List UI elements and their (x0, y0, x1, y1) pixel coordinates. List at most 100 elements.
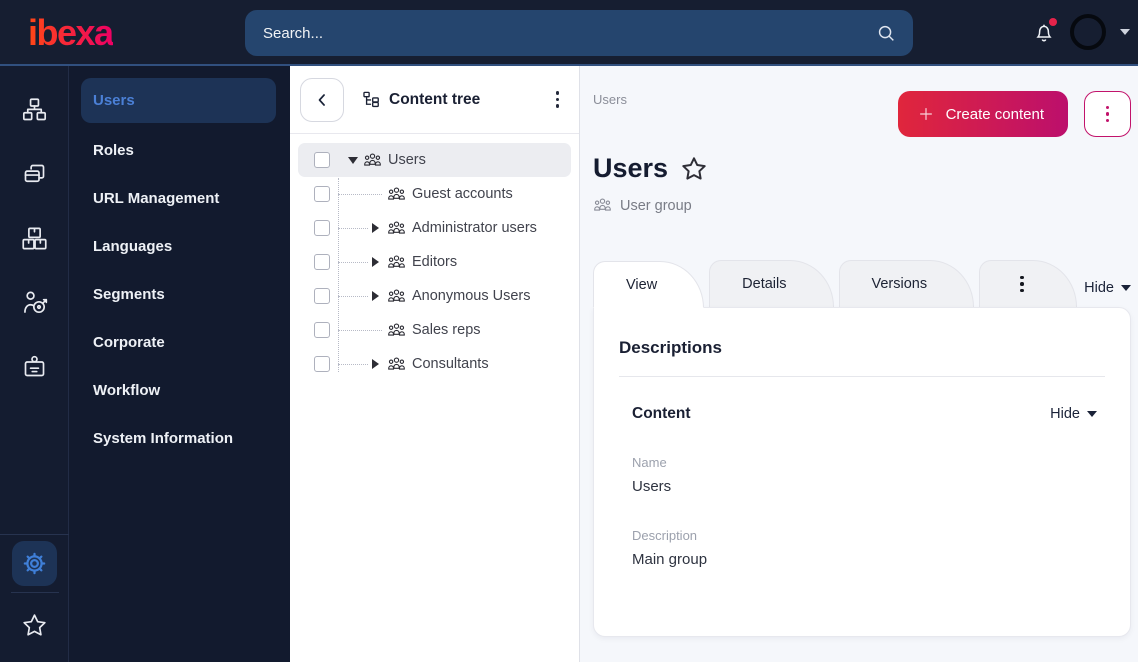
tree-guide-line (338, 193, 382, 195)
notifications-button[interactable] (1032, 18, 1057, 44)
tree-item-label: Consultants (412, 356, 489, 372)
user-menu-caret-icon[interactable] (1120, 29, 1130, 35)
tab-details[interactable]: Details (709, 260, 834, 307)
field-description: Description Main group (619, 528, 1105, 568)
app-window: ibexa Search... Users Roles URL Manageme… (0, 0, 1138, 662)
sidebar-item-products[interactable] (12, 216, 57, 261)
tree-checkbox[interactable] (314, 356, 330, 372)
admin-sidebar: Users Roles URL Management Languages Seg… (69, 66, 290, 662)
personalization-target-icon (23, 291, 47, 314)
sidebar-item-pages[interactable] (12, 152, 57, 197)
collapse-tree-button[interactable] (300, 78, 344, 122)
tree-checkbox[interactable] (314, 288, 330, 304)
tree-item-guest-accounts[interactable]: Guest accounts (298, 177, 571, 211)
kebab-icon (1016, 272, 1028, 297)
tree-item-label: Editors (412, 254, 458, 270)
user-group-icon (388, 322, 405, 336)
caret-right-icon[interactable] (372, 223, 379, 233)
tree-checkbox[interactable] (314, 322, 330, 338)
tree-item-editors[interactable]: Editors (298, 245, 571, 279)
sidebar-item-url-management[interactable]: URL Management (69, 174, 290, 222)
tree-item-administrator-users[interactable]: Administrator users (298, 211, 571, 245)
settings-button[interactable] (12, 541, 57, 586)
caret-down-icon[interactable] (348, 156, 358, 164)
tree-guide-line (338, 295, 368, 297)
tab-versions[interactable]: Versions (838, 260, 975, 307)
kebab-icon (1102, 102, 1114, 127)
user-group-icon (594, 198, 611, 211)
sidebar-item-content[interactable] (12, 88, 57, 133)
sidebar-item-corporate[interactable]: Corporate (69, 318, 290, 366)
tree-guide-line (338, 227, 368, 229)
card-heading: Descriptions (619, 338, 722, 357)
bookmark-star-icon[interactable] (680, 155, 708, 183)
sidebar-item-admin[interactable] (12, 344, 57, 389)
user-group-icon (388, 254, 405, 268)
field-value: Main group (632, 551, 708, 568)
card-divider (619, 376, 1105, 377)
breadcrumb[interactable]: Users (593, 92, 627, 107)
tree-checkbox[interactable] (314, 186, 330, 202)
caret-right-icon[interactable] (372, 291, 379, 301)
sidebar-item-languages[interactable]: Languages (69, 222, 290, 270)
header-actions: Create content (897, 91, 1131, 137)
id-badge-icon (24, 355, 44, 377)
caret-down-icon (1087, 411, 1097, 417)
user-group-icon (364, 152, 381, 166)
tree-options-menu[interactable] (552, 87, 564, 112)
content-actions-menu[interactable] (1084, 91, 1131, 137)
sidebar-item-personalization[interactable] (12, 280, 57, 325)
sidebar-item-users[interactable]: Users (81, 78, 276, 123)
tab-more-menu[interactable] (979, 260, 1077, 307)
field-name: Name Users (619, 455, 1105, 495)
hide-tabs-toggle[interactable]: Hide (1084, 280, 1131, 296)
sidebar-item-roles[interactable]: Roles (69, 126, 290, 174)
chevron-left-icon (318, 94, 325, 106)
content-tree-header: Content tree (290, 66, 579, 134)
user-group-icon (388, 186, 405, 200)
rail-bottom (0, 534, 69, 662)
global-search[interactable] (245, 10, 913, 56)
hide-label: Hide (1050, 406, 1080, 422)
pages-icon (24, 164, 44, 183)
search-input[interactable] (263, 24, 875, 42)
user-group-icon (388, 356, 405, 370)
bookmarks-button[interactable] (12, 603, 57, 648)
tree-checkbox[interactable] (314, 220, 330, 236)
topbar-right-cluster (1032, 0, 1130, 64)
sidebar-item-segments[interactable]: Segments (69, 270, 290, 318)
field-label: Name (632, 455, 667, 470)
sidebar-item-system-information[interactable]: System Information (69, 414, 290, 462)
search-icon[interactable] (875, 22, 897, 44)
caret-right-icon[interactable] (372, 359, 379, 369)
tree-checkbox[interactable] (314, 254, 330, 270)
tree-item-label: Sales reps (412, 322, 481, 338)
caret-right-icon[interactable] (372, 257, 379, 267)
content-tree: Users Guest accounts Administrator users… (290, 134, 579, 381)
rail-divider (0, 534, 69, 535)
tree-item-label: Administrator users (412, 220, 537, 236)
avatar[interactable] (1070, 14, 1106, 50)
sitemap-icon (22, 98, 46, 121)
user-group-icon (388, 220, 405, 234)
sidebar-item-workflow[interactable]: Workflow (69, 366, 290, 414)
tree-item-label: Anonymous Users (412, 288, 531, 304)
tree-item-sales-reps[interactable]: Sales reps (298, 313, 571, 347)
tree-item-consultants[interactable]: Consultants (298, 347, 571, 381)
tree-guide-line (338, 363, 368, 365)
hide-section-toggle[interactable]: Hide (1050, 406, 1097, 422)
tree-guide-line (338, 329, 382, 331)
hide-label: Hide (1084, 279, 1114, 296)
content-tree-panel: Content tree Users Guest accounts Admini… (290, 66, 580, 662)
star-icon (23, 614, 46, 636)
tree-item-anonymous-users[interactable]: Anonymous Users (298, 279, 571, 313)
tree-checkbox[interactable] (314, 152, 330, 168)
section-heading: Content (632, 405, 691, 422)
create-content-button[interactable]: Create content (897, 91, 1068, 137)
create-content-label: Create content (945, 105, 1044, 123)
tab-view[interactable]: View (593, 261, 705, 308)
tree-item-users[interactable]: Users (298, 143, 571, 177)
content-tree-icon (363, 91, 379, 108)
ibexa-logo[interactable]: ibexa (28, 12, 114, 54)
plus-icon (919, 108, 932, 120)
